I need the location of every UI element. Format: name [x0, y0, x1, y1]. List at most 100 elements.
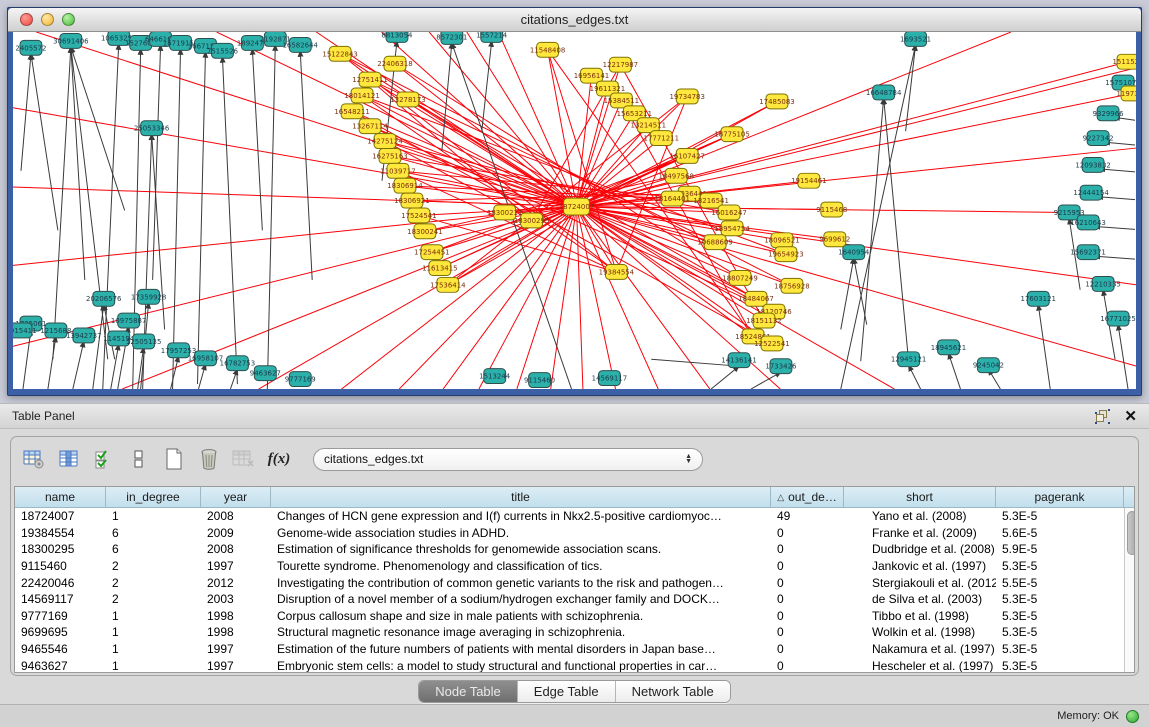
- table-row[interactable]: 2242004622012Investigating the contribut…: [15, 574, 1124, 591]
- black-edge[interactable]: [1038, 305, 1050, 389]
- cell-in_degree[interactable]: 2: [106, 576, 201, 590]
- network-node[interactable]: 17524541: [401, 208, 436, 223]
- cell-name[interactable]: 22420046: [15, 576, 106, 590]
- cell-out_de[interactable]: 0: [771, 592, 844, 606]
- cell-title[interactable]: Disruption of a novel member of a sodium…: [271, 592, 771, 606]
- black-edge[interactable]: [111, 344, 119, 389]
- network-node[interactable]: 16782753: [220, 356, 255, 371]
- network-node[interactable]: 14275124: [367, 134, 403, 149]
- cell-name[interactable]: 9115460: [15, 559, 106, 573]
- network-node[interactable]: 18724007: [559, 198, 594, 215]
- cell-name[interactable]: 18300295: [15, 542, 106, 556]
- cell-short[interactable]: Hescheler et al. (1997): [844, 659, 996, 673]
- network-node[interactable]: 8572301: [436, 32, 467, 44]
- network-node[interactable]: 30691406: [53, 33, 88, 48]
- cell-year[interactable]: 1997: [201, 642, 271, 656]
- cell-out_de[interactable]: 0: [771, 609, 844, 623]
- red-edge[interactable]: [576, 207, 1136, 367]
- network-node[interactable]: 18306921: [394, 193, 429, 208]
- table-row[interactable]: 1938455462009Genome-wide association stu…: [15, 525, 1124, 542]
- black-edge[interactable]: [230, 369, 237, 389]
- column-header-out_de[interactable]: △out_de…: [771, 487, 844, 507]
- network-node[interactable]: 1557214: [476, 32, 508, 42]
- network-node[interactable]: 7515526: [207, 43, 238, 58]
- row-height-button[interactable]: [126, 446, 152, 472]
- column-header-in_degree[interactable]: in_degree: [106, 487, 201, 507]
- scrollbar-thumb[interactable]: [1127, 511, 1135, 555]
- cell-year[interactable]: 2008: [201, 542, 271, 556]
- cell-in_degree[interactable]: 1: [106, 642, 201, 656]
- zoom-window-icon[interactable]: [62, 13, 75, 26]
- cell-out_de[interactable]: 0: [771, 559, 844, 573]
- cell-pagerank[interactable]: 5.6E-5: [996, 526, 1124, 540]
- tab-edge-table[interactable]: Edge Table: [518, 681, 616, 702]
- minimize-window-icon[interactable]: [41, 13, 54, 26]
- tab-network-table[interactable]: Network Table: [616, 681, 730, 702]
- cell-title[interactable]: Structural magnetic resonance image aver…: [271, 625, 771, 639]
- close-window-icon[interactable]: [20, 13, 33, 26]
- network-node[interactable]: 16771025: [1100, 311, 1135, 326]
- column-header-pagerank[interactable]: pagerank: [996, 487, 1124, 507]
- black-edge[interactable]: [841, 258, 854, 329]
- table-mode-button[interactable]: [21, 446, 47, 472]
- black-edge[interactable]: [1118, 325, 1128, 389]
- cell-name[interactable]: 9777169: [15, 609, 106, 623]
- cell-title[interactable]: Embryonic stem cells: a model to study s…: [271, 659, 771, 673]
- network-node[interactable]: 9777169: [285, 372, 316, 387]
- black-edge[interactable]: [53, 47, 71, 359]
- black-edge[interactable]: [71, 47, 108, 359]
- black-edge[interactable]: [199, 364, 206, 389]
- network-node[interactable]: 16648784: [866, 85, 902, 100]
- cell-pagerank[interactable]: 5.5E-5: [996, 576, 1124, 590]
- network-node[interactable]: 12217987: [603, 57, 638, 72]
- red-edge[interactable]: [551, 207, 577, 389]
- black-edge[interactable]: [252, 49, 262, 230]
- cell-pagerank[interactable]: 5.3E-5: [996, 659, 1124, 673]
- network-node[interactable]: 9463627: [250, 366, 281, 381]
- table-row[interactable]: 911546021997Tourette syndrome. Phenomeno…: [15, 558, 1124, 575]
- network-node[interactable]: 2405572: [15, 40, 46, 55]
- network-node[interactable]: 12751411: [352, 72, 387, 87]
- network-node[interactable]: 9115460: [524, 373, 555, 388]
- network-node[interactable]: 19654923: [768, 247, 803, 262]
- cell-in_degree[interactable]: 2: [106, 559, 201, 573]
- black-edge[interactable]: [300, 51, 312, 280]
- network-node[interactable]: 15122843: [322, 46, 357, 61]
- black-edge[interactable]: [93, 305, 104, 389]
- table-row[interactable]: 1872400712008Changes of HCN gene express…: [15, 508, 1124, 525]
- new-column-button[interactable]: [161, 446, 187, 472]
- network-node[interactable]: 11548408: [530, 42, 565, 57]
- cell-short[interactable]: Tibbo et al. (1998): [844, 609, 996, 623]
- cell-year[interactable]: 1998: [201, 609, 271, 623]
- network-node[interactable]: 15692371: [1070, 245, 1105, 260]
- cell-short[interactable]: Nakamura et al. (1997): [844, 642, 996, 656]
- network-node[interactable]: 14569117: [592, 371, 627, 386]
- network-node[interactable]: 9699612: [819, 232, 850, 247]
- window-titlebar[interactable]: citations_edges.txt: [8, 8, 1141, 32]
- network-node[interactable]: 18497568: [658, 168, 693, 183]
- table-row[interactable]: 977716911998Corpus callosum shape and si…: [15, 608, 1124, 625]
- black-edge[interactable]: [949, 353, 961, 389]
- cell-year[interactable]: 1997: [201, 559, 271, 573]
- network-node[interactable]: 17485083: [759, 94, 794, 109]
- cell-name[interactable]: 9463627: [15, 659, 106, 673]
- network-node[interactable]: 12444154: [1073, 185, 1109, 200]
- vertical-scrollbar[interactable]: [1124, 508, 1135, 673]
- black-edge[interactable]: [31, 54, 58, 231]
- network-node[interactable]: 22406318: [377, 56, 412, 71]
- black-edge[interactable]: [73, 341, 84, 389]
- cell-year[interactable]: 2008: [201, 509, 271, 523]
- black-edge[interactable]: [48, 336, 56, 389]
- delete-column-button[interactable]: [196, 446, 222, 472]
- column-visibility-button[interactable]: [56, 446, 82, 472]
- cell-name[interactable]: 18724007: [15, 509, 106, 523]
- network-node[interactable]: 18300241: [407, 224, 442, 239]
- cell-title[interactable]: Genome-wide association studies in ADHD.: [271, 526, 771, 540]
- cell-title[interactable]: Estimation of significance thresholds fo…: [271, 542, 771, 556]
- network-node[interactable]: 9227342: [1083, 131, 1114, 146]
- cell-in_degree[interactable]: 2: [106, 592, 201, 606]
- network-node[interactable]: 17536414: [430, 277, 466, 292]
- network-node[interactable]: 17603121: [1021, 291, 1056, 306]
- network-node[interactable]: 19734783: [669, 89, 704, 104]
- cell-pagerank[interactable]: 5.3E-5: [996, 609, 1124, 623]
